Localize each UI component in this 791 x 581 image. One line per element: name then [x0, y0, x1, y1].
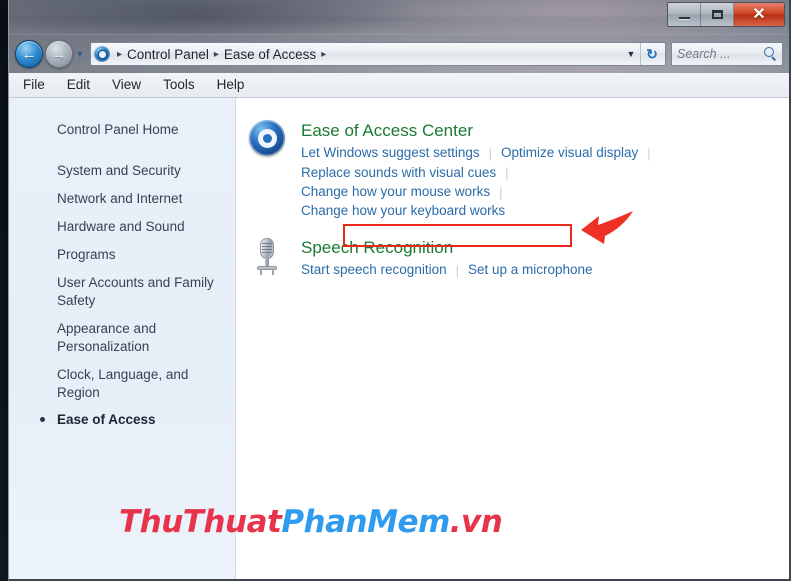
category-body: Speech Recognition Start speech recognit… — [301, 237, 789, 281]
maximize-icon — [711, 10, 723, 19]
breadcrumb-item-ease-of-access[interactable]: Ease of Access — [224, 47, 316, 62]
link-set-up-a-microphone[interactable]: Set up a microphone — [468, 261, 593, 280]
sidebar-item-control-panel-home[interactable]: Control Panel Home — [9, 116, 235, 144]
category-speech-recognition: Speech Recognition Start speech recognit… — [236, 237, 789, 281]
link-row: Replace sounds with visual cues | — [301, 164, 789, 183]
forward-button[interactable]: → — [45, 40, 73, 68]
category-ease-of-access-center: Ease of Access Center Let Windows sugges… — [236, 120, 789, 221]
sidebar-item-programs[interactable]: Programs — [9, 241, 235, 269]
sidebar-item-hardware-and-sound[interactable]: Hardware and Sound — [9, 213, 235, 241]
category-title-ease-of-access-center[interactable]: Ease of Access Center — [301, 121, 789, 141]
chevron-down-icon: ▼ — [75, 48, 85, 59]
title-bar: ✕ — [9, 0, 789, 35]
menu-item-file[interactable]: File — [23, 78, 45, 92]
search-input[interactable]: Search ... — [677, 47, 763, 61]
link-replace-sounds-with-visual-cues[interactable]: Replace sounds with visual cues — [301, 164, 496, 183]
maximize-button[interactable] — [701, 3, 734, 26]
category-links: Start speech recognition | Set up a micr… — [301, 261, 789, 280]
link-separator: | — [647, 146, 651, 162]
link-separator: | — [455, 263, 459, 279]
minimize-button[interactable] — [668, 3, 701, 26]
close-button[interactable]: ✕ — [734, 3, 784, 26]
navigation-bar: ← → ▼ ▸ Control Panel ▸ Ease of Access ▸… — [9, 35, 789, 73]
link-separator: | — [488, 146, 492, 162]
category-body: Ease of Access Center Let Windows sugges… — [301, 120, 789, 221]
link-optimize-visual-display[interactable]: Optimize visual display — [501, 144, 638, 163]
refresh-button[interactable]: ↻ — [640, 43, 663, 65]
link-let-windows-suggest-settings[interactable]: Let Windows suggest settings — [301, 144, 480, 163]
link-change-how-your-mouse-works[interactable]: Change how your mouse works — [301, 183, 490, 202]
breadcrumb-item-control-panel[interactable]: Control Panel — [127, 47, 209, 62]
category-title-speech-recognition[interactable]: Speech Recognition — [301, 238, 789, 258]
category-links: Let Windows suggest settings | Optimize … — [301, 144, 789, 221]
close-icon: ✕ — [752, 5, 766, 23]
back-button[interactable]: ← — [15, 40, 43, 68]
refresh-icon: ↻ — [646, 45, 658, 62]
address-dropdown-button[interactable]: ▼ — [622, 49, 640, 59]
sidebar-item-ease-of-access[interactable]: Ease of Access — [9, 406, 235, 434]
back-arrow-icon: ← — [21, 45, 37, 63]
watermark: ThuThuatPhanMem.vn — [119, 504, 503, 540]
sidebar-item-appearance-and-personalization[interactable]: Appearance and Personalization — [9, 315, 235, 361]
link-separator: | — [499, 184, 503, 200]
link-row: Let Windows suggest settings | Optimize … — [301, 144, 789, 163]
address-bar[interactable]: ▸ Control Panel ▸ Ease of Access ▸ ▼ ↻ — [90, 42, 666, 66]
link-row: Change how your keyboard works — [301, 202, 789, 221]
search-box[interactable]: Search ... — [671, 42, 783, 66]
watermark-part-1: ThuThuat — [119, 504, 282, 540]
link-row: Change how your mouse works | — [301, 183, 789, 202]
menu-item-help[interactable]: Help — [217, 78, 245, 92]
watermark-part-2: PhanMem — [281, 504, 450, 540]
chevron-down-icon: ▼ — [626, 49, 636, 59]
sidebar-item-system-and-security[interactable]: System and Security — [9, 157, 235, 185]
breadcrumb-separator-2: ▸ — [321, 48, 327, 60]
menu-item-view[interactable]: View — [112, 78, 141, 92]
menu-bar: File Edit View Tools Help — [9, 73, 789, 98]
sidebar-item-user-accounts-and-family-safety[interactable]: User Accounts and Family Safety — [9, 269, 235, 315]
link-start-speech-recognition[interactable]: Start speech recognition — [301, 261, 447, 280]
link-change-how-your-keyboard-works[interactable]: Change how your keyboard works — [301, 202, 505, 221]
menu-item-tools[interactable]: Tools — [163, 78, 195, 92]
breadcrumb-separator-1: ▸ — [213, 48, 219, 60]
forward-arrow-icon: → — [51, 45, 67, 63]
control-panel-icon — [94, 46, 110, 62]
breadcrumb-separator-0: ▸ — [117, 48, 123, 60]
sidebar-item-network-and-internet[interactable]: Network and Internet — [9, 185, 235, 213]
sidebar-item-clock-language-and-region[interactable]: Clock, Language, and Region — [9, 361, 235, 407]
annotation-arrow-icon — [581, 211, 633, 244]
window-controls: ✕ — [667, 2, 785, 27]
link-row: Start speech recognition | Set up a micr… — [301, 261, 789, 280]
minimize-icon — [678, 17, 690, 19]
recent-pages-button[interactable]: ▼ — [73, 48, 87, 59]
control-panel-window: ✕ ← → ▼ ▸ Control Panel ▸ Ease of Access… — [8, 0, 791, 581]
menu-item-edit[interactable]: Edit — [67, 78, 90, 92]
accessibility-wheel-icon — [249, 120, 289, 160]
search-icon — [763, 47, 777, 61]
microphone-icon — [249, 237, 289, 277]
link-separator: | — [505, 165, 509, 181]
watermark-part-3: .vn — [449, 504, 503, 540]
